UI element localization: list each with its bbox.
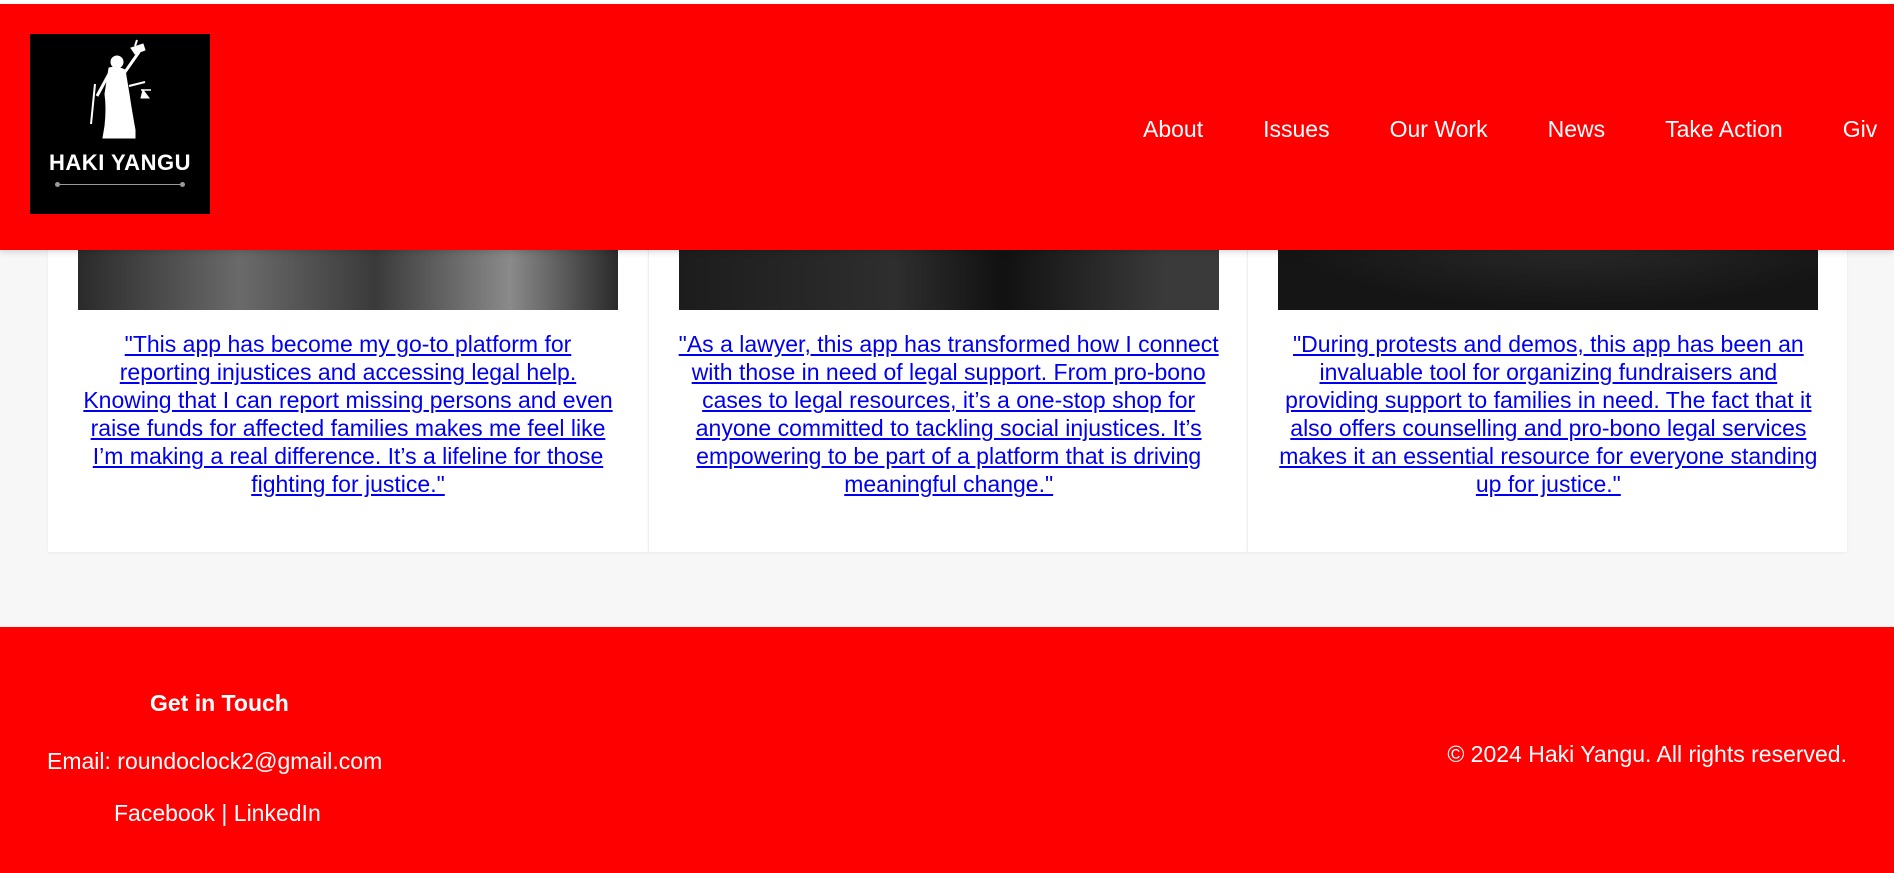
site-logo[interactable]: HAKI YANGU [30,34,210,214]
site-footer: Get in Touch Email: roundoclock2@gmail.c… [0,627,1894,873]
logo-divider [55,182,185,187]
facebook-link[interactable]: Facebook [114,800,215,826]
linkedin-link[interactable]: LinkedIn [234,800,321,826]
testimonial-quote-link[interactable]: "This app has become my go-to platform f… [78,330,618,498]
footer-social-links: Facebook | LinkedIn [114,800,321,827]
footer-heading: Get in Touch [150,690,289,716]
nav-news[interactable]: News [1548,116,1606,146]
lady-justice-icon [90,39,151,139]
footer-email: Email: roundoclock2@gmail.com [47,748,383,774]
logo-text: HAKI YANGU [49,150,191,175]
testimonial-card: "During protests and demos, this app has… [1247,200,1848,552]
testimonial-card: "As a lawyer, this app has transformed h… [647,200,1248,552]
testimonial-quote-link[interactable]: "As a lawyer, this app has transformed h… [679,330,1219,498]
nav-issues[interactable]: Issues [1263,116,1329,146]
testimonial-card: "This app has become my go-to platform f… [48,200,648,552]
nav-about[interactable]: About [1143,116,1203,146]
testimonials-section: "This app has become my go-to platform f… [48,200,1848,552]
nav-take-action[interactable]: Take Action [1665,116,1783,146]
nav-give[interactable]: Giv [1843,116,1878,146]
social-separator: | [221,800,228,826]
testimonial-quote-link[interactable]: "During protests and demos, this app has… [1278,330,1818,498]
site-header: HAKI YANGU About Issues Our Work News Ta… [0,4,1894,250]
nav-our-work[interactable]: Our Work [1390,116,1488,146]
main-nav: About Issues Our Work News Take Action G… [1143,116,1877,146]
copyright-text: © 2024 Haki Yangu. All rights reserved. [1447,741,1847,767]
